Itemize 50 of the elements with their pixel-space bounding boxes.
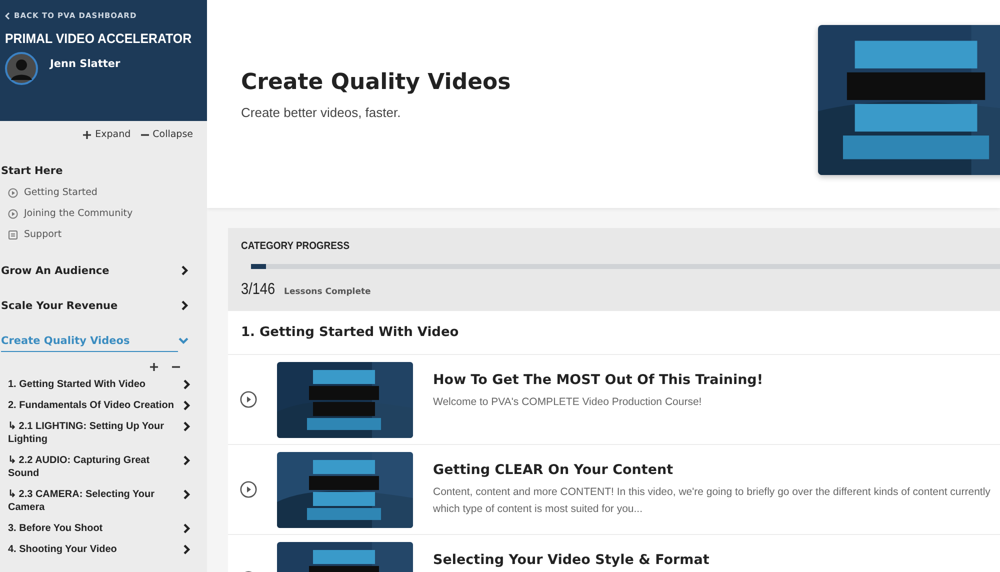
play-icon: [8, 188, 18, 198]
play-icon: [8, 208, 18, 218]
lesson-description: Welcome to PVA's COMPLETE Video Production Course!: [433, 395, 702, 410]
chevron-right-icon: [181, 300, 189, 311]
lesson-description: Content, content and more CONTENT! In this video, we're going to briefly go over the different kinds of content currently: [433, 485, 990, 500]
plus-icon: [83, 130, 92, 138]
play-icon: [240, 481, 257, 498]
minus-icon: [140, 134, 149, 136]
category-item[interactable]: Scale Your Revenue: [0, 288, 207, 323]
chevron-right-icon: [183, 400, 191, 411]
lesson-title[interactable]: How To Get The MOST Out Of This Training!: [433, 372, 764, 388]
page-title: Create Quality Videos: [241, 70, 511, 95]
lesson-title[interactable]: Getting CLEAR On Your Content: [433, 462, 990, 478]
sidebar-item[interactable]: Getting Started: [0, 182, 207, 203]
module-title: 1. Getting Started With Video: [228, 311, 1000, 355]
expand-button[interactable]: Expand: [83, 129, 131, 140]
chevron-right-icon: [183, 421, 191, 432]
count-label: Lessons Complete: [284, 287, 371, 297]
user-name: Jenn Slatter: [50, 58, 120, 72]
module-item[interactable]: 2. Fundamentals Of Video Creation: [0, 395, 207, 416]
lesson-count: 3/146: [241, 281, 276, 299]
chevron-right-icon: [183, 455, 191, 466]
category-item[interactable]: Grow An Audience: [0, 253, 207, 288]
page-subtitle: Create better videos, faster.: [241, 105, 402, 120]
chevron-right-icon: [183, 489, 191, 500]
expand-all-button[interactable]: [148, 362, 160, 372]
sidebar-item[interactable]: Support: [0, 224, 207, 245]
module-item[interactable]: 3. Before You Shoot: [0, 518, 207, 539]
lesson-description: which type of content is most suited for you...: [433, 502, 643, 517]
module-item[interactable]: 4. Shooting Your Video: [0, 539, 207, 560]
chevron-right-icon: [181, 265, 189, 276]
chevron-down-icon: [178, 336, 189, 344]
sidebar-item[interactable]: Joining the Community: [0, 203, 207, 224]
course-title: PRIMAL VIDEO ACCELERATOR: [5, 31, 192, 46]
module-item[interactable]: ↳ 2.3 CAMERA: Selecting Your Camera: [0, 484, 207, 518]
progress-heading: CATEGORY PROGRESS: [241, 240, 350, 252]
module-item[interactable]: 1. Getting Started With Video: [0, 374, 207, 395]
minus-icon: [172, 366, 180, 368]
document-icon: [8, 230, 18, 240]
lesson-title[interactable]: Selecting Your Video Style & Format: [433, 552, 710, 568]
chevron-right-icon: [183, 379, 191, 390]
collapse-button[interactable]: Collapse: [140, 129, 193, 140]
module-item[interactable]: ↳ 2.1 LIGHTING: Setting Up Your Lighting: [0, 416, 207, 450]
play-icon: [240, 391, 257, 408]
chevron-right-icon: [183, 523, 191, 534]
avatar-icon: [5, 52, 38, 85]
section-heading: Start Here: [0, 165, 64, 177]
plus-icon: [150, 363, 158, 371]
module-item[interactable]: ↳ 2.2 AUDIO: Capturing Great Sound: [0, 450, 207, 484]
chevron-right-icon: [183, 544, 191, 555]
